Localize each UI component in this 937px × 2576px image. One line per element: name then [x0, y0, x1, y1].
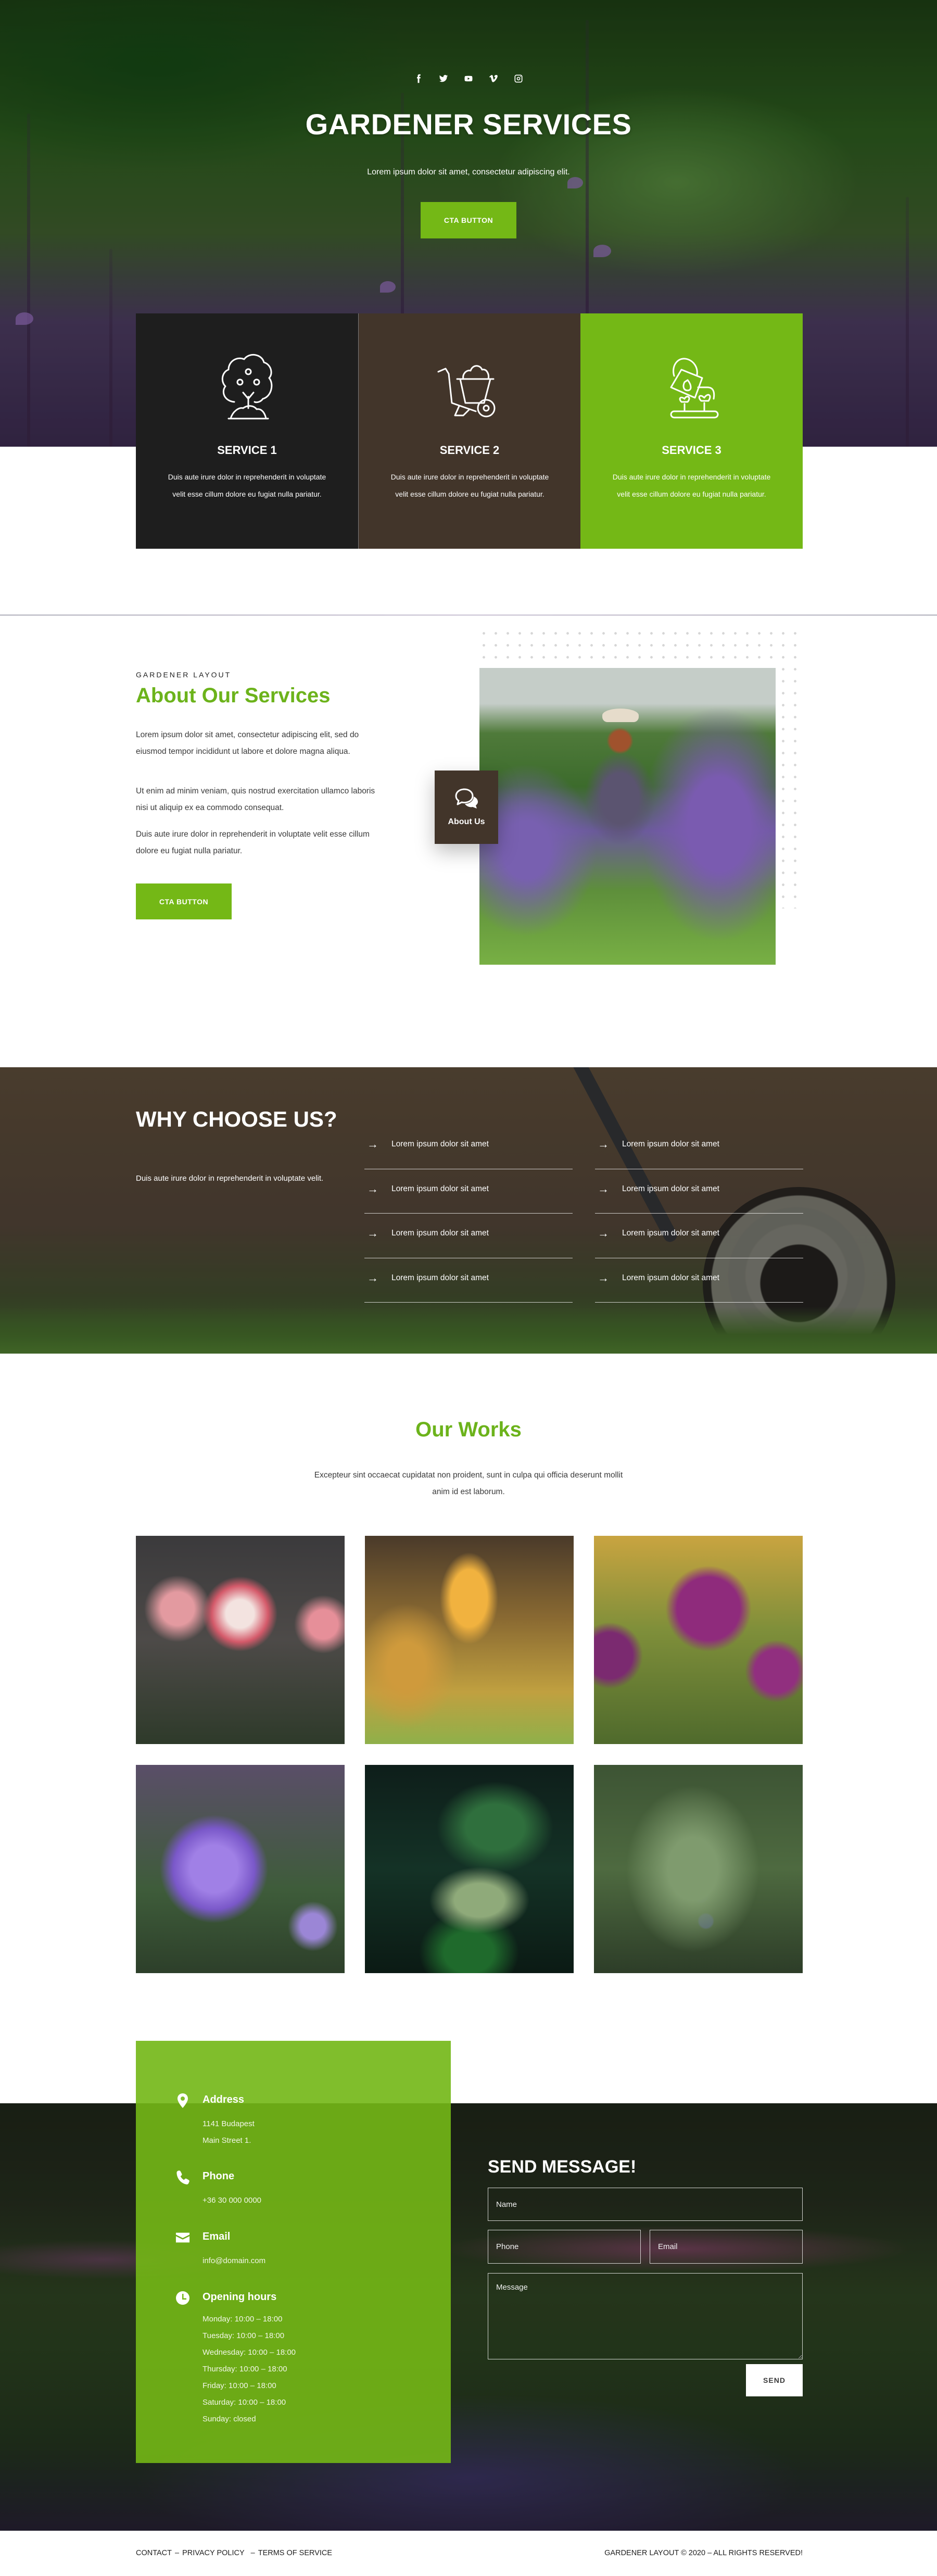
about-title: About Our Services: [136, 684, 331, 707]
footer-link-privacy-policy[interactable]: PRIVACY POLICY: [182, 2549, 245, 2557]
hero-title: GARDENER SERVICES: [305, 108, 632, 141]
about-paragraph: Lorem ipsum dolor sit amet, consectetur …: [136, 730, 359, 756]
social-links: [0, 73, 937, 84]
tree-icon: [206, 345, 289, 428]
gallery-image-roses[interactable]: [136, 1536, 345, 1744]
service-text: Duis aute irure dolor in reprehenderit i…: [390, 473, 549, 498]
arrow-right-icon: →: [367, 1182, 378, 1195]
contact-phone-title: Phone: [202, 2170, 235, 2182]
why-list-item: → Lorem ipsum dolor sit amet: [595, 1258, 803, 1303]
map-pin-icon: [175, 2093, 191, 2111]
send-message-title: SEND MESSAGE!: [488, 2157, 637, 2177]
why-list-item: → Lorem ipsum dolor sit amet: [595, 1125, 803, 1169]
footer-copyright: GARDENER LAYOUT © 2020 – ALL RIGHTS RESE…: [604, 2549, 803, 2557]
message-textarea[interactable]: [488, 2273, 803, 2359]
service-card[interactable]: SERVICE 3 Duis aute irure dolor in repre…: [580, 313, 803, 549]
email-input[interactable]: [650, 2230, 803, 2264]
contact-hours-lines: Monday: 10:00 – 18:00 Tuesday: 10:00 – 1…: [202, 2315, 296, 2423]
why-list: → Lorem ipsum dolor sit amet → Lorem ipsum…: [364, 1125, 803, 1303]
contact-info-card: Address 1141 Budapest Main Street 1. Pho…: [136, 2041, 451, 2463]
contact-email-value[interactable]: info@domain.com: [202, 2253, 265, 2269]
arrow-right-icon: →: [598, 1227, 609, 1240]
arrow-right-icon: →: [367, 1271, 378, 1284]
vimeo-icon[interactable]: [488, 73, 499, 84]
services-row: SERVICE 1 Duis aute irure dolor in repre…: [136, 313, 803, 549]
envelope-icon: [175, 2230, 191, 2247]
phone-icon: [175, 2169, 191, 2187]
facebook-icon[interactable]: [413, 73, 424, 84]
section-divider: [0, 614, 937, 616]
watering-can-icon: [650, 345, 733, 428]
clock-icon: [175, 2290, 191, 2308]
about-paragraph: Ut enim ad minim veniam, quis nostrud ex…: [136, 787, 375, 812]
photo-hat: [602, 709, 639, 722]
contact-email-title: Email: [202, 2231, 231, 2242]
arrow-right-icon: →: [598, 1271, 609, 1284]
why-text: Duis aute irure dolor in reprehenderit i…: [136, 1174, 324, 1183]
name-input[interactable]: [488, 2188, 803, 2221]
why-title: WHY CHOOSE US?: [136, 1107, 337, 1131]
why-list-item: → Lorem ipsum dolor sit amet: [364, 1214, 573, 1258]
gallery-image-juniper[interactable]: [594, 1765, 803, 1973]
service-card[interactable]: SERVICE 2 Duis aute irure dolor in repre…: [358, 313, 580, 549]
contact-address-title: Address: [202, 2094, 245, 2105]
hero-subtitle: Lorem ipsum dolor sit amet, consectetur …: [367, 168, 570, 176]
why-list-item: → Lorem ipsum dolor sit amet: [595, 1169, 803, 1214]
about-cta-button[interactable]: CTA BUTTON: [136, 883, 232, 919]
works-title: Our Works: [415, 1418, 522, 1441]
contact-address-lines: 1141 Budapest Main Street 1.: [202, 2119, 255, 2145]
works-gallery: [136, 1536, 803, 1973]
service-title: SERVICE 3: [662, 444, 721, 457]
works-description: Excepteur sint occaecat cupidatat non pr…: [314, 1471, 623, 1496]
gallery-image-tulip[interactable]: [365, 1536, 574, 1744]
footer-separator: –: [250, 2549, 255, 2557]
arrow-right-icon: →: [367, 1227, 378, 1240]
service-text: Duis aute irure dolor in reprehenderit i…: [612, 473, 771, 498]
footer-links: CONTACT – PRIVACY POLICY – TERMS OF SERV…: [136, 2549, 332, 2557]
about-eyebrow: GARDENER LAYOUT: [136, 671, 232, 679]
why-list-item: → Lorem ipsum dolor sit amet: [595, 1214, 803, 1258]
arrow-right-icon: →: [367, 1138, 378, 1151]
gallery-image-allium[interactable]: [594, 1536, 803, 1744]
about-paragraph: Duis aute irure dolor in reprehenderit i…: [136, 830, 370, 855]
why-list-item: → Lorem ipsum dolor sit amet: [364, 1169, 573, 1214]
send-button[interactable]: SEND: [746, 2364, 803, 2396]
service-card[interactable]: SERVICE 1 Duis aute irure dolor in repre…: [136, 313, 358, 549]
hero-cta-button[interactable]: CTA BUTTON: [421, 202, 516, 238]
twitter-icon[interactable]: [438, 73, 449, 84]
service-title: SERVICE 1: [217, 444, 277, 457]
about-us-badge-label: About Us: [448, 817, 485, 826]
youtube-icon[interactable]: [463, 73, 474, 84]
chat-bubbles-icon: [455, 788, 478, 809]
contact-phone-value[interactable]: +36 30 000 0000: [202, 2192, 261, 2209]
arrow-right-icon: →: [598, 1182, 609, 1195]
service-text: Duis aute irure dolor in reprehenderit i…: [168, 473, 326, 498]
gallery-image-aster[interactable]: [136, 1765, 345, 1973]
contact-hours-title: Opening hours: [202, 2291, 277, 2303]
gallery-image-leaves[interactable]: [365, 1765, 574, 1973]
instagram-icon[interactable]: [513, 73, 524, 84]
footer-link-contact[interactable]: CONTACT: [136, 2549, 172, 2557]
arrow-right-icon: →: [598, 1138, 609, 1151]
service-title: SERVICE 2: [439, 444, 500, 457]
phone-input[interactable]: [488, 2230, 641, 2264]
why-list-item: → Lorem ipsum dolor sit amet: [364, 1258, 573, 1303]
about-photo-gardener: [479, 668, 776, 965]
about-us-badge[interactable]: About Us: [435, 771, 498, 844]
footer-link-terms-of-service[interactable]: TERMS OF SERVICE: [258, 2549, 332, 2557]
wheelbarrow-icon: [428, 345, 511, 428]
why-list-item: → Lorem ipsum dolor sit amet: [364, 1125, 573, 1169]
footer-separator: –: [175, 2549, 180, 2557]
